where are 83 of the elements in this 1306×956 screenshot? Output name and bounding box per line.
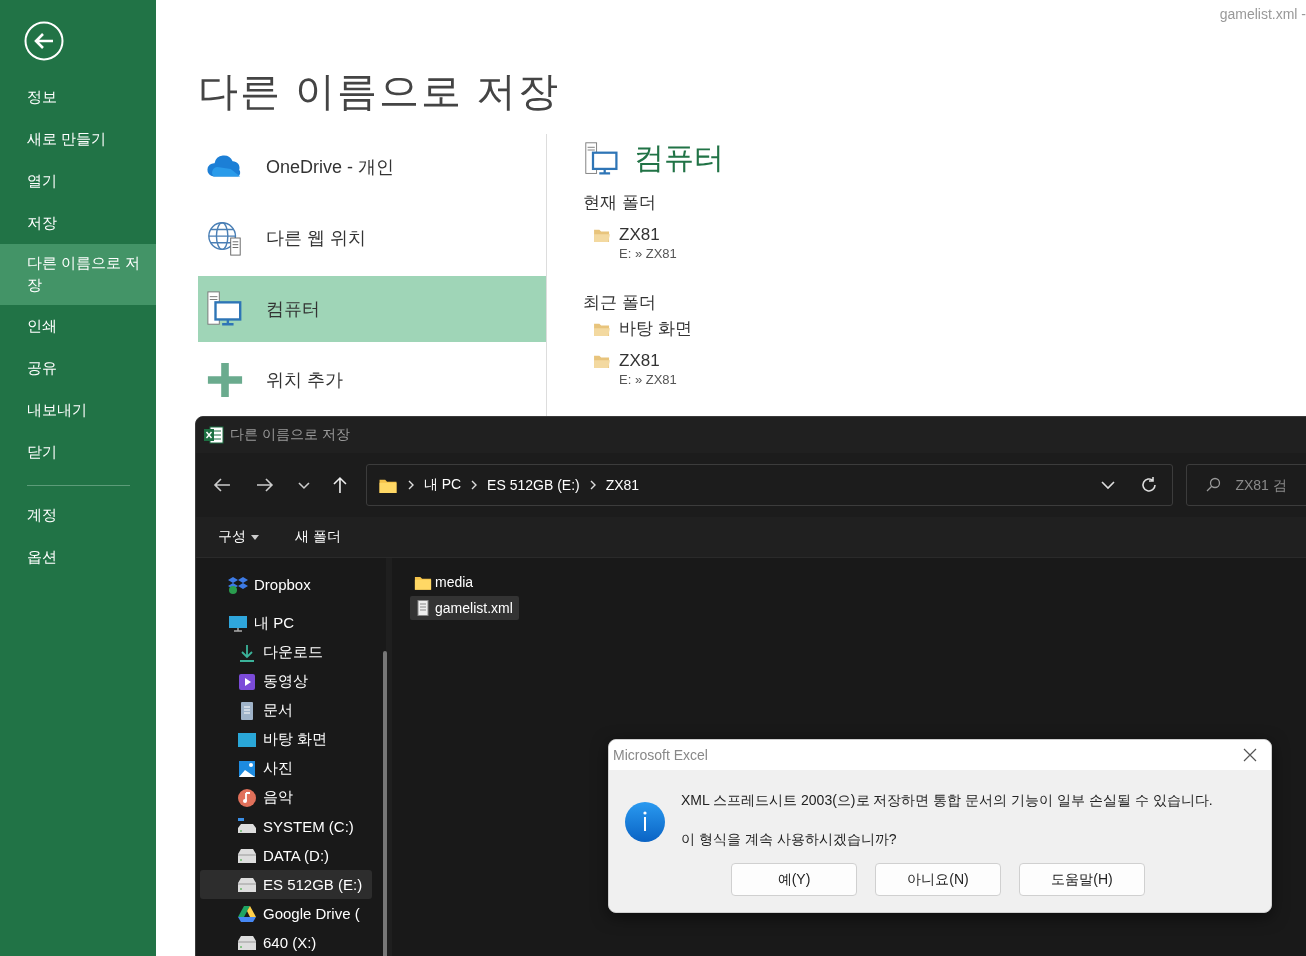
panel-title: 컴퓨터	[634, 140, 724, 176]
breadcrumb-item[interactable]: 내 PC	[423, 476, 462, 494]
address-bar[interactable]: 내 PC ES 512GB (E:) ZX81	[365, 464, 1174, 506]
nav-pane-item[interactable]: 음악	[200, 783, 372, 812]
file-item[interactable]: gamelist.xml	[410, 596, 519, 620]
menu-item[interactable]: 정보	[0, 76, 156, 118]
video-icon	[237, 671, 257, 692]
search-icon	[1205, 477, 1222, 493]
triangle-drive-icon	[237, 903, 257, 924]
folder-icon	[593, 322, 611, 337]
menu-item[interactable]: 열기	[0, 160, 156, 202]
download-icon	[237, 642, 257, 663]
menu-item[interactable]: 인쇄	[0, 305, 156, 347]
nav-pane-item[interactable]: DATA (D:)	[200, 841, 372, 870]
chevron-right-icon	[470, 480, 479, 490]
dialog-button[interactable]: 도움말(H)	[1019, 863, 1145, 896]
dialog-button[interactable]: 아니요(N)	[875, 863, 1001, 896]
breadcrumb-item[interactable]: ES 512GB (E:)	[487, 477, 580, 493]
menu-item[interactable]: 다른 이름으로 저장	[0, 244, 156, 305]
folder-name[interactable]: 바탕 화면	[619, 318, 692, 340]
question-text: 이 형식을 계속 사용하시겠습니까?	[681, 830, 898, 849]
menu-item[interactable]: 닫기	[0, 431, 156, 473]
photo-icon	[237, 758, 257, 779]
computer-icon	[206, 290, 244, 328]
nav-pane-item[interactable]: 사진	[200, 754, 372, 783]
breadcrumb-item[interactable]: ZX81	[605, 477, 640, 493]
location-item[interactable]: OneDrive - 개인	[198, 134, 546, 200]
back-button[interactable]	[24, 21, 64, 61]
menu-item[interactable]: 계정	[0, 494, 156, 536]
refresh-icon	[1140, 476, 1159, 494]
info-icon	[624, 801, 666, 843]
folder-icon	[414, 574, 432, 590]
folder-icon	[593, 354, 611, 369]
search-field[interactable]: ZX81 검	[1235, 477, 1296, 493]
nav-pane-item[interactable]: 문서	[200, 696, 372, 725]
folder-icon	[377, 477, 398, 493]
menu-item[interactable]: 공유	[0, 347, 156, 389]
spreadsheet-app-icon	[204, 426, 224, 444]
computer-icon	[583, 140, 621, 177]
folder-name[interactable]: ZX81	[619, 224, 677, 246]
toolbar-button[interactable]: 구성	[210, 524, 267, 550]
file-item[interactable]: media	[410, 570, 480, 594]
nav-pane-item[interactable]: SYSTEM (C:)	[200, 812, 372, 841]
nav-pane-item[interactable]: 내 PC	[200, 608, 372, 638]
monitor-icon	[228, 613, 248, 633]
dropbox-icon	[228, 574, 248, 594]
nav-pane-item[interactable]: Google Drive (	[200, 899, 372, 928]
chevron-down-icon	[1101, 480, 1116, 490]
close-icon[interactable]	[1243, 748, 1257, 762]
location-item[interactable]: 컴퓨터	[198, 276, 546, 342]
chevron-right-icon	[588, 480, 597, 490]
toolbar-button[interactable]: 새 폴더	[287, 524, 349, 550]
chevron-right-icon	[406, 480, 415, 490]
menu-item[interactable]: 새로 만들기	[0, 118, 156, 160]
nav-pane-item[interactable]: 다운로드	[200, 638, 372, 667]
menu-item[interactable]: 내보내기	[0, 389, 156, 431]
music-note-icon	[237, 787, 257, 808]
folder-path: E: » ZX81	[619, 246, 677, 261]
nav-pane-item[interactable]: 640 (X:)	[200, 928, 372, 956]
globe-server-icon	[206, 219, 244, 257]
location-item[interactable]: 위치 추가	[198, 347, 546, 413]
folder-path: E: » ZX81	[619, 372, 677, 387]
location-item[interactable]: 다른 웹 위치	[198, 205, 546, 271]
scrollbar[interactable]	[383, 651, 387, 956]
caret-icon	[251, 534, 259, 540]
menu-item[interactable]: 저장	[0, 202, 156, 244]
nav-pane-item[interactable]: Dropbox	[200, 569, 372, 599]
dialog-title: 다른 이름으로 저장	[230, 426, 350, 444]
nav-pane-item[interactable]: 동영상	[200, 667, 372, 696]
section-heading: 최근 폴더	[583, 292, 657, 314]
dialog-button[interactable]: 예(Y)	[731, 863, 857, 896]
plus-icon	[206, 361, 244, 399]
folder-icon	[593, 228, 611, 243]
section-heading: 현재 폴더	[583, 192, 657, 214]
nav-pane-item[interactable]: ES 512GB (E:)	[200, 870, 372, 899]
folder-name[interactable]: ZX81	[619, 350, 677, 372]
page-title: 다른 이름으로 저장	[198, 68, 562, 115]
nav-pane-item[interactable]: 바탕 화면	[200, 725, 372, 754]
document-icon	[414, 600, 432, 616]
message-text: XML 스프레드시트 2003(으)로 저장하면 통합 문서의 기능이 일부 손실될 수 있습니다.	[681, 791, 1213, 810]
document-title: gamelist.xml -	[1219, 6, 1306, 22]
message-box-title: Microsoft Excel	[613, 747, 708, 763]
menu-item[interactable]: 옵션	[0, 536, 156, 578]
